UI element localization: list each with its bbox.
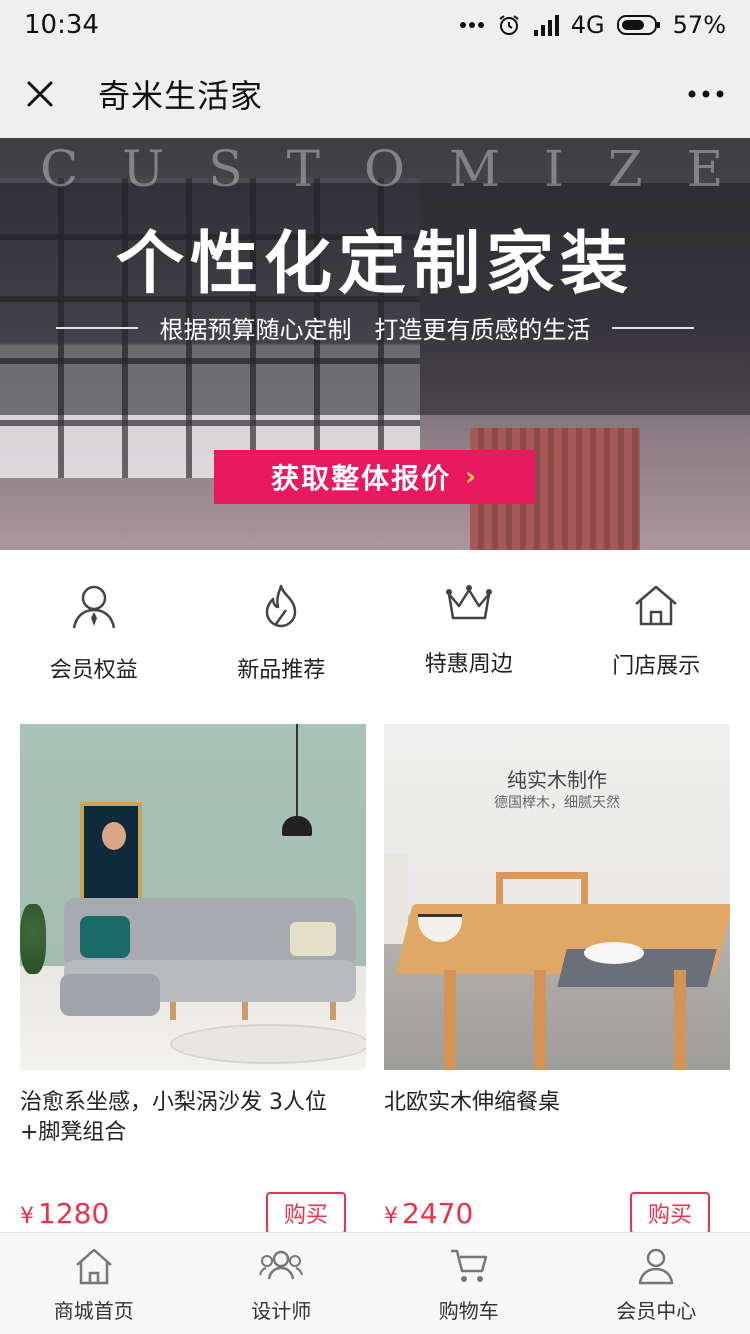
designers-icon — [259, 1247, 304, 1289]
currency-symbol: ¥ — [20, 1203, 34, 1229]
product-name[interactable]: 治愈系坐感，小梨涡沙发 3人位+脚凳组合 — [20, 1088, 366, 1148]
tab-bar: 商城首页 设计师 购物车 会员中心 — [0, 1232, 750, 1334]
tab-member-center[interactable]: 会员中心 — [563, 1233, 750, 1334]
cart-icon — [449, 1247, 489, 1289]
crown-icon — [445, 584, 493, 628]
product-grid: 治愈系坐感，小梨涡沙发 3人位+脚凳组合 ¥1280 购买 纯实木制作 德国榉木… — [20, 724, 730, 1234]
nav-bar: 奇米生活家 — [0, 50, 750, 138]
tab-label: 购物车 — [438, 1299, 499, 1323]
alarm-icon — [497, 13, 521, 37]
status-bar: 10:34 4G 57% — [0, 0, 750, 50]
tab-cart[interactable]: 购物车 — [375, 1233, 563, 1334]
banner-subline: 根据预算随心定制 打造更有质感的生活 — [0, 310, 750, 345]
menu-item-store-display[interactable]: 门店展示 — [563, 550, 750, 700]
product-card[interactable]: 治愈系坐感，小梨涡沙发 3人位+脚凳组合 ¥1280 购买 — [20, 724, 366, 1234]
menu-label: 会员权益 — [49, 658, 138, 683]
menu-item-new-arrivals[interactable]: 新品推荐 — [188, 550, 376, 700]
banner-subline-text: 根据预算随心定制 打造更有质感的生活 — [159, 316, 591, 344]
divider-right — [612, 326, 695, 329]
buy-button[interactable]: 购买 — [630, 1192, 710, 1234]
price-value: 2470 — [402, 1196, 474, 1230]
tab-label: 商城首页 — [53, 1299, 134, 1323]
quick-menu: 会员权益 新品推荐 特惠周边 门店展示 — [0, 550, 750, 700]
home-icon — [74, 1247, 114, 1289]
more-dots-icon — [459, 21, 485, 29]
page-title: 奇米生活家 — [98, 77, 264, 115]
member-icon — [70, 584, 118, 634]
tab-label: 会员中心 — [616, 1299, 697, 1323]
signal-icon — [533, 14, 559, 36]
get-quote-button[interactable]: 获取整体报价 › — [214, 450, 535, 504]
price-row: ¥1280 购买 — [20, 1192, 366, 1234]
chevron-right-icon: › — [465, 462, 478, 492]
battery-percent: 57% — [672, 11, 726, 39]
tab-label: 设计师 — [251, 1299, 312, 1323]
currency-symbol: ¥ — [384, 1203, 398, 1229]
buy-button[interactable]: 购买 — [266, 1192, 346, 1234]
battery-icon — [616, 14, 661, 36]
home-icon — [633, 584, 679, 630]
tab-designers[interactable]: 设计师 — [188, 1233, 376, 1334]
get-quote-label: 获取整体报价 — [271, 462, 452, 495]
wall-painting — [80, 802, 142, 912]
more-options-icon[interactable] — [684, 76, 728, 112]
product-price: ¥2470 — [384, 1197, 473, 1230]
price-row: ¥2470 购买 — [384, 1192, 730, 1234]
divider-left — [55, 326, 138, 329]
image-title: 纯实木制作 — [507, 768, 607, 792]
menu-item-member-benefits[interactable]: 会员权益 — [0, 550, 188, 700]
product-card[interactable]: 纯实木制作 德国榉木，细腻天然 北欧实木伸缩餐桌 ¥2470 购买 — [384, 724, 730, 1234]
product-name[interactable]: 北欧实木伸缩餐桌 — [384, 1088, 730, 1148]
menu-label: 特惠周边 — [424, 652, 513, 677]
product-price: ¥1280 — [20, 1197, 109, 1230]
image-subtitle: 德国榉木，细腻天然 — [494, 795, 620, 811]
price-value: 1280 — [38, 1196, 110, 1230]
close-icon[interactable] — [22, 76, 58, 112]
network-type: 4G — [570, 11, 605, 39]
banner-overlay-word: CUSTOMIZED — [40, 140, 750, 198]
banner-headline: 个性化定制家装 — [115, 224, 634, 304]
promo-banner[interactable]: CUSTOMIZED 个性化定制家装 根据预算随心定制 打造更有质感的生活 获取… — [0, 138, 750, 550]
pendant-lamp — [282, 816, 312, 836]
user-icon — [636, 1247, 676, 1289]
tab-home[interactable]: 商城首页 — [0, 1233, 188, 1334]
menu-label: 门店展示 — [612, 654, 701, 679]
fire-icon — [261, 584, 301, 634]
status-time: 10:34 — [24, 10, 99, 40]
menu-label: 新品推荐 — [237, 658, 326, 683]
product-image-table[interactable]: 纯实木制作 德国榉木，细腻天然 — [384, 724, 730, 1070]
menu-item-special-offers[interactable]: 特惠周边 — [375, 550, 563, 700]
product-image-sofa[interactable] — [20, 724, 366, 1070]
status-icons: 4G 57% — [459, 11, 726, 39]
